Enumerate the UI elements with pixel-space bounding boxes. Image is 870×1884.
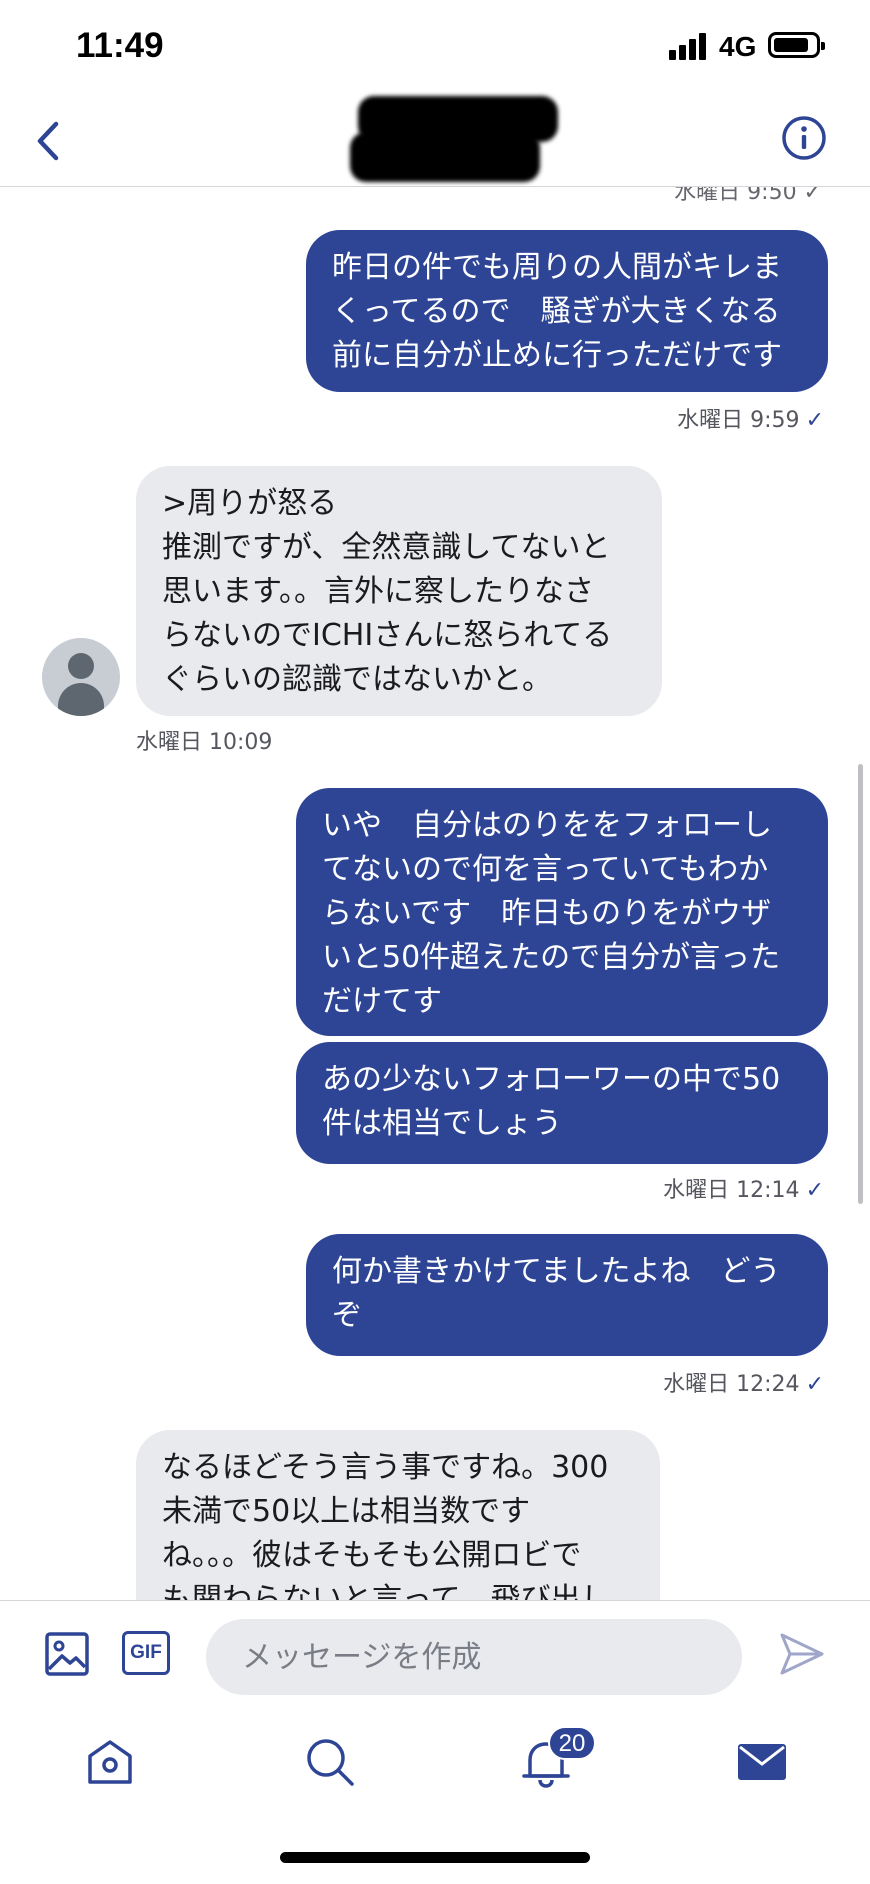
message-bubble-outgoing[interactable]: 何か書きかけてましたよね どう ぞ: [306, 1234, 828, 1356]
home-indicator: [280, 1852, 590, 1863]
message-timestamp: 水曜日 12:24 ✓: [663, 1366, 824, 1398]
message-bubble-outgoing[interactable]: いや 自分はのりををフォローし てないので何を言っていてもわか らないです 昨日…: [296, 788, 828, 1036]
search-icon: [307, 1739, 354, 1786]
clock: 11:49: [76, 26, 164, 65]
message-bubble-outgoing[interactable]: 昨日の件でも周りの人間がキレま くってるので 騒ぎが大きくなる 前に自分が止めに…: [306, 230, 828, 392]
mail-icon: [738, 1744, 786, 1780]
add-photo-button[interactable]: [44, 1631, 90, 1677]
message-timestamp: 水曜日 9:50 ✓: [674, 186, 822, 205]
message-bubble-outgoing[interactable]: あの少ないフォローワーの中で50 件は相当でしょう: [296, 1042, 828, 1164]
conversation-header: [0, 96, 870, 187]
timestamp-text: 水曜日 9:59: [677, 408, 800, 433]
timestamp-text: 水曜日 12:24: [663, 1372, 800, 1397]
tab-messages[interactable]: [734, 1734, 790, 1790]
sent-check-icon: ✓: [805, 1372, 824, 1397]
sent-check-icon: ✓: [805, 1178, 824, 1203]
tab-home[interactable]: [82, 1734, 138, 1790]
message-bubble-incoming[interactable]: >周りが怒る 推測ですが、全然意識してないと 思います。。言外に察したりなさ ら…: [136, 466, 662, 716]
network-label: 4G: [719, 31, 757, 62]
home-icon: [88, 1740, 132, 1784]
redacted-conversation-title[interactable]: [350, 96, 560, 186]
info-icon: [782, 116, 826, 160]
battery-icon: [768, 32, 825, 58]
message-timestamp: 水曜日 9:59 ✓: [677, 402, 824, 434]
back-button[interactable]: [30, 118, 70, 164]
message-input[interactable]: [206, 1619, 742, 1695]
sent-check-icon: ✓: [805, 408, 824, 433]
timestamp-text: 水曜日 12:14: [663, 1178, 800, 1203]
send-icon: [780, 1633, 824, 1675]
message-composer: GIF: [0, 1600, 870, 1705]
info-button[interactable]: [780, 114, 828, 162]
status-bar: 11:49 4G: [0, 0, 870, 96]
message-timestamp: 水曜日 10:09: [136, 730, 273, 755]
send-button[interactable]: [778, 1631, 826, 1677]
scrollbar[interactable]: [858, 764, 863, 1204]
notification-badge: 20: [548, 1726, 596, 1760]
tab-search[interactable]: [302, 1734, 358, 1790]
gif-button[interactable]: GIF: [122, 1631, 170, 1675]
image-icon: [45, 1632, 89, 1676]
message-bubble-incoming[interactable]: なるほどそう言う事ですね。300 未満で50以上は相当数です ね。。。彼はそもそ…: [136, 1430, 660, 1600]
message-timestamp: 水曜日 12:14 ✓: [663, 1172, 824, 1204]
chevron-left-icon: [37, 121, 59, 161]
message-list[interactable]: 水曜日 9:50 ✓ 昨日の件でも周りの人間がキレま くってるので 騒ぎが大きく…: [0, 186, 870, 1600]
avatar[interactable]: [42, 638, 120, 716]
signal-icon: [669, 32, 711, 60]
